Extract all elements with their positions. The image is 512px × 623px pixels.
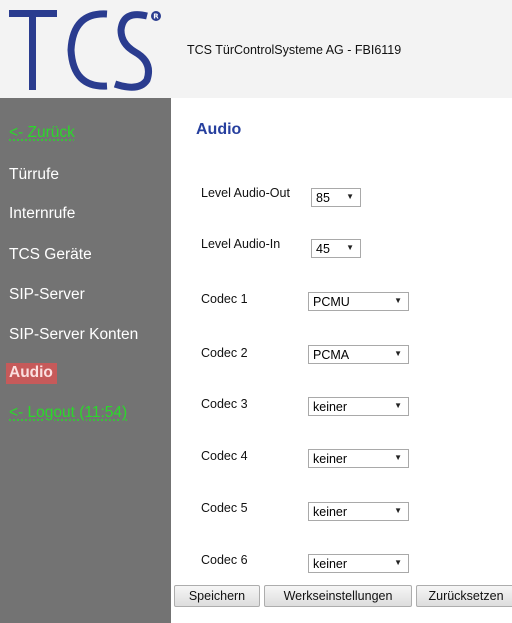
codec-5-select[interactable]: keiner ▼ [308, 502, 409, 521]
codec-2-label: Codec 2 [201, 346, 248, 360]
tcs-logo: R [9, 10, 161, 91]
chevron-down-icon: ▼ [394, 558, 402, 567]
level-audio-out-label: Level Audio-Out [201, 186, 290, 200]
codec-4-value: keiner [313, 452, 348, 466]
level-audio-in-value: 45 [316, 242, 330, 256]
codec-3-value: keiner [313, 400, 348, 414]
chevron-down-icon: ▼ [346, 243, 354, 252]
chevron-down-icon: ▼ [394, 453, 402, 462]
reset-button[interactable]: Zurücksetzen [416, 585, 512, 607]
chevron-down-icon: ▼ [394, 296, 402, 305]
chevron-down-icon: ▼ [346, 192, 354, 201]
sidebar-item-sip-server[interactable]: SIP-Server [9, 286, 85, 304]
codec-6-label: Codec 6 [201, 553, 248, 567]
chevron-down-icon: ▼ [394, 506, 402, 515]
sidebar-item-audio[interactable]: Audio [6, 363, 57, 384]
save-button[interactable]: Speichern [174, 585, 260, 607]
sidebar-item-internrufe[interactable]: Internrufe [9, 205, 75, 223]
sidebar-item-tcs-geraete[interactable]: TCS Geräte [9, 246, 92, 264]
level-audio-out-value: 85 [316, 191, 330, 205]
codec-4-select[interactable]: keiner ▼ [308, 449, 409, 468]
codec-6-select[interactable]: keiner ▼ [308, 554, 409, 573]
codec-1-select[interactable]: PCMU ▼ [308, 292, 409, 311]
codec-3-select[interactable]: keiner ▼ [308, 397, 409, 416]
codec-5-label: Codec 5 [201, 501, 248, 515]
level-audio-in-label: Level Audio-In [201, 237, 281, 251]
codec-1-label: Codec 1 [201, 292, 248, 306]
codec-2-select[interactable]: PCMA ▼ [308, 345, 409, 364]
page-title: Audio [196, 121, 242, 138]
sidebar-item-back[interactable]: <- Zurück [9, 124, 75, 142]
level-audio-in-select[interactable]: 45 ▼ [311, 239, 361, 258]
sidebar-item-logout[interactable]: <- Logout (11:54) [9, 404, 127, 422]
sidebar-item-tuerrufe[interactable]: Türrufe [9, 166, 59, 184]
sidebar-item-sip-server-konten[interactable]: SIP-Server Konten [9, 326, 138, 344]
codec-1-value: PCMU [313, 295, 350, 309]
codec-4-label: Codec 4 [201, 449, 248, 463]
codec-3-label: Codec 3 [201, 397, 248, 411]
chevron-down-icon: ▼ [394, 349, 402, 358]
level-audio-out-select[interactable]: 85 ▼ [311, 188, 361, 207]
header: R TCS TürControlSysteme AG - FBI6119 [0, 0, 512, 98]
company-name: TCS TürControlSysteme AG - FBI6119 [187, 43, 402, 57]
svg-text:R: R [153, 13, 159, 21]
codec-6-value: keiner [313, 557, 348, 571]
codec-2-value: PCMA [313, 348, 350, 362]
factory-settings-button[interactable]: Werkseinstellungen [264, 585, 412, 607]
chevron-down-icon: ▼ [394, 401, 402, 410]
codec-5-value: keiner [313, 505, 348, 519]
